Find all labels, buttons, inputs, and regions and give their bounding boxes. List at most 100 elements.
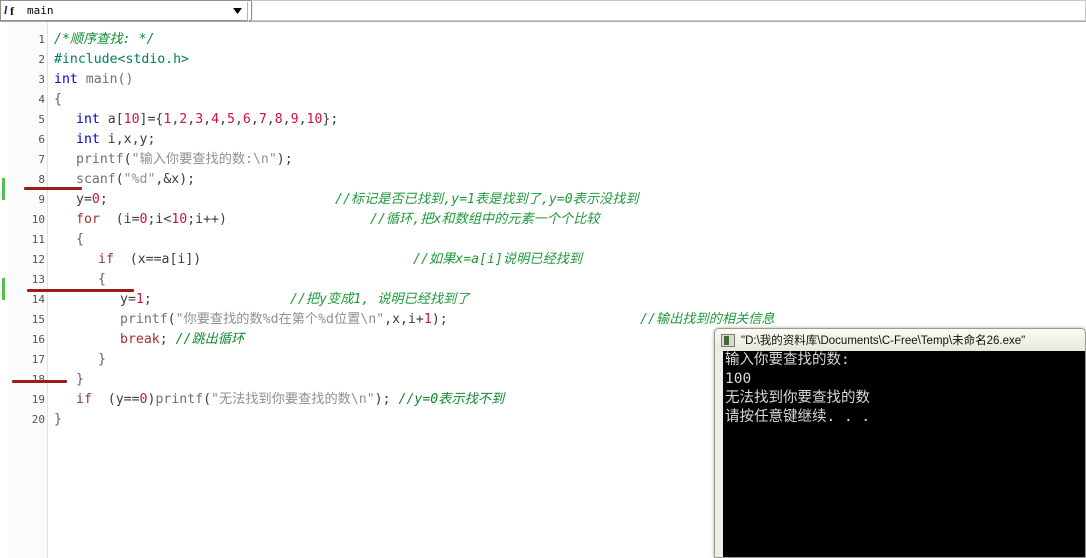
token-punc: {	[76, 232, 84, 247]
token-plain: ,	[203, 112, 212, 127]
token-num: 1	[135, 292, 144, 307]
code-line[interactable]: /*顺序查找: */	[54, 30, 154, 50]
token-plain: ,	[187, 112, 196, 127]
code-line[interactable]: scanf("%d",&x);	[76, 170, 195, 190]
change-bar-line-9	[2, 178, 5, 200]
line-number: 3	[38, 73, 45, 86]
token-plain: ,	[250, 112, 259, 127]
token-num: 5	[227, 112, 235, 127]
red-underline-line-14	[27, 289, 134, 292]
symbol-combobox[interactable]: lf main	[0, 0, 252, 21]
token-plain: ,&x);	[155, 172, 196, 187]
token-pre: #include<stdio.h>	[54, 52, 189, 67]
code-line[interactable]: printf("输入你要查找的数:\n");	[76, 150, 293, 170]
line-number: 7	[38, 153, 45, 166]
token-plain: a[	[99, 112, 124, 127]
line-number: 14	[31, 293, 45, 306]
chevron-down-icon[interactable]	[233, 1, 242, 20]
token-plain: ,	[298, 112, 307, 127]
line-number: 1	[38, 33, 45, 46]
token-num: 8	[274, 112, 283, 127]
line-number: 19	[31, 393, 45, 406]
inline-comment: //把y变成1, 说明已经找到了	[290, 292, 470, 307]
inline-comment: //标记是否已找到,y=1表是找到了,y=0表示没找到	[335, 192, 639, 207]
code-line[interactable]: break; //跳出循环	[120, 330, 244, 350]
console-output-line: 100	[725, 371, 752, 387]
code-line[interactable]: }	[76, 370, 84, 390]
code-line[interactable]: if (y==0)printf("无法找到你要查找的数\n"); //y=0表示…	[76, 390, 504, 410]
code-line[interactable]: printf("你要查找的数%d在第个%d位置\n",x,i+1);	[120, 310, 448, 330]
toolbar-empty-area	[253, 0, 1086, 21]
code-line[interactable]: int main()	[54, 70, 133, 90]
token-plain: ,	[266, 112, 275, 127]
token-plain: ;	[159, 332, 176, 347]
function-icon: lf	[4, 2, 14, 18]
code-line[interactable]: {	[98, 270, 106, 290]
red-underline-line-9	[24, 187, 82, 190]
code-line[interactable]: y=1;	[120, 290, 152, 310]
change-bar-line-14	[2, 278, 5, 300]
token-punc: }	[54, 412, 62, 427]
line-number: 10	[31, 213, 45, 226]
code-line[interactable]: }	[98, 350, 106, 370]
token-num: 6	[242, 112, 251, 127]
token-plain: );	[374, 392, 399, 407]
token-str: "无法找到你要查找的数\n"	[211, 392, 375, 407]
token-plain: (	[167, 312, 176, 327]
symbol-selector-bar: lf main	[0, 0, 1086, 22]
console-titlebar[interactable]: "D:\我的资料库\Documents\C-Free\Temp\未命名26.ex…	[715, 329, 1085, 351]
console-title-text: "D:\我的资料库\Documents\C-Free\Temp\未命名26.ex…	[741, 335, 1026, 347]
console-output-line: 输入你要查找的数:	[725, 352, 850, 368]
token-str: "你要查找的数%d在第个%d位置\n"	[175, 312, 385, 327]
inline-comment: //循环,把x和数组中的元素一个个比较	[370, 212, 600, 227]
token-plain: ]={	[139, 112, 164, 127]
token-kw: int	[76, 112, 100, 127]
token-kw: int	[76, 132, 100, 147]
token-kw2: if	[76, 392, 92, 407]
line-number: 6	[38, 133, 45, 146]
code-line[interactable]: for (i=0;i<10;i++)	[76, 210, 227, 230]
token-plain: ,	[282, 112, 291, 127]
token-num: 10	[306, 112, 323, 127]
token-fn: printf	[76, 152, 124, 167]
token-num: 10	[171, 212, 188, 227]
line-number: 13	[31, 273, 45, 286]
token-kw2: for	[76, 212, 100, 227]
token-plain: );	[276, 152, 293, 167]
console-output-area[interactable]: 输入你要查找的数: 100 无法找到你要查找的数 请按任意键继续. . .	[723, 351, 1085, 557]
code-line[interactable]: int i,x,y;	[76, 130, 155, 150]
token-fn: printf	[120, 312, 168, 327]
code-line[interactable]: y=0;	[76, 190, 108, 210]
code-line[interactable]: int a[10]={1,2,3,4,5,6,7,8,9,10};	[76, 110, 338, 130]
code-line[interactable]: #include<stdio.h>	[54, 50, 189, 70]
red-underline-line-19	[12, 380, 67, 383]
code-line[interactable]: }	[54, 410, 62, 430]
token-plain: ;i++)	[187, 212, 227, 227]
symbol-combobox-value: main	[27, 4, 54, 17]
token-num: 0	[91, 192, 100, 207]
token-plain: i,x,y;	[99, 132, 156, 147]
token-plain: (	[115, 172, 124, 187]
token-punc: {	[98, 272, 106, 287]
code-line[interactable]: {	[76, 230, 84, 250]
token-punc: }	[98, 352, 106, 367]
console-window[interactable]: "D:\我的资料库\Documents\C-Free\Temp\未命名26.ex…	[714, 328, 1086, 558]
token-plain: (x==a[i])	[113, 252, 202, 267]
line-number: 20	[31, 413, 45, 426]
code-line[interactable]: {	[54, 90, 62, 110]
token-cmt: //跳出循环	[175, 332, 245, 347]
token-plain: (	[123, 152, 132, 167]
token-cmt: //y=0表示找不到	[398, 392, 505, 407]
combobox-divider	[247, 2, 249, 21]
token-kw2: if	[98, 252, 114, 267]
line-number: 2	[38, 53, 45, 66]
token-num: 10	[123, 112, 140, 127]
token-kw: int	[54, 72, 78, 87]
token-plain: ,	[234, 112, 243, 127]
code-line[interactable]: if (x==a[i])	[98, 250, 201, 270]
token-plain: y=	[120, 292, 136, 307]
token-punc: }	[76, 372, 84, 387]
token-plain: (i=	[99, 212, 140, 227]
token-plain: ;i<	[147, 212, 172, 227]
